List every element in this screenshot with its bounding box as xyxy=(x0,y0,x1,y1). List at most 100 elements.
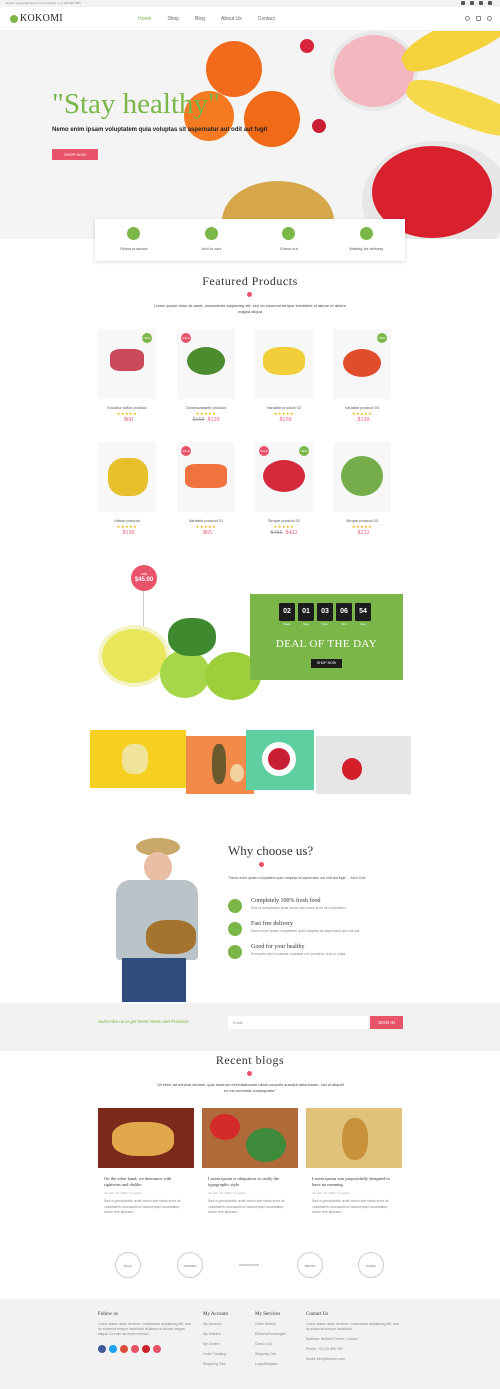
leaf-icon xyxy=(10,14,18,23)
countdown-mins: 06 xyxy=(336,603,352,621)
rating-stars: ★★★★★ xyxy=(195,524,217,529)
blog-image[interactable] xyxy=(98,1108,194,1168)
product-name[interactable]: Excuitur sllitur product xyxy=(98,405,156,410)
instagram-icon[interactable] xyxy=(131,1345,139,1353)
sign-in-button[interactable]: SIGN IN xyxy=(370,1016,403,1029)
product-card[interactable]: Simple product 03 ★★★★★ $232 xyxy=(333,442,391,536)
footer-link[interactable]: Order History xyxy=(255,1322,300,1327)
footer-link[interactable]: Shopping Cart xyxy=(203,1362,248,1367)
why-item-title: Fast free delivery xyxy=(251,921,293,927)
salmon-image xyxy=(185,464,227,488)
facebook-icon[interactable] xyxy=(98,1345,106,1353)
product-name[interactable]: Simple product 03 xyxy=(333,518,391,523)
product-card[interactable]: Virtual product ★★★★★ $150 xyxy=(98,442,156,536)
footer-heading: My Services xyxy=(255,1312,281,1317)
google-plus-icon[interactable] xyxy=(120,1345,128,1353)
header: KOKOMI Home Shop Blog About Us Contact xyxy=(0,7,500,31)
product-card[interactable]: SALE NEW Simple product 02 ★★★★★ $455 $42… xyxy=(255,442,313,536)
deal-shop-button[interactable]: SHOP NOW xyxy=(311,659,342,668)
blog-image[interactable] xyxy=(306,1108,402,1168)
footer-link[interactable]: My Account xyxy=(203,1322,248,1327)
search-icon[interactable] xyxy=(465,16,470,21)
shop-now-button[interactable]: SHOP NOW xyxy=(52,149,98,160)
footer-link[interactable]: My Orders xyxy=(203,1342,248,1347)
footer-link[interactable]: Login/Register xyxy=(255,1362,300,1367)
gallery-banana[interactable] xyxy=(90,730,186,788)
product-name[interactable]: Virtual product xyxy=(98,518,156,523)
cart-icon[interactable] xyxy=(476,16,481,21)
new-badge: NEW xyxy=(377,333,387,343)
basket-icon xyxy=(127,227,141,240)
hero-subtitle: Nemo enim ipsam voluptatem quia voluptas… xyxy=(52,127,268,133)
product-image[interactable]: SALE NEW xyxy=(255,442,313,512)
blog-meta: January 25, 2018 / by admin xyxy=(208,1191,246,1195)
product-name[interactable]: Simple product 02 xyxy=(255,518,313,523)
brand-logo[interactable]: WOODSTOCK xyxy=(236,1252,262,1278)
nav-shop[interactable]: Shop xyxy=(167,16,179,22)
footer-link[interactable]: Returns/Exchanges xyxy=(255,1332,300,1337)
product-card[interactable]: NEW Variable product 04 ★★★★★ $130 xyxy=(333,329,391,423)
logo-text: KOKOMI xyxy=(20,13,63,24)
banana-image xyxy=(122,744,148,774)
product-image[interactable] xyxy=(255,329,313,399)
facebook-icon[interactable] xyxy=(461,1,465,5)
blog-card[interactable]: Lorem ipsum is ubiquitous to really the … xyxy=(202,1108,298,1216)
gallery-strawberry[interactable] xyxy=(316,736,411,794)
nav-blog[interactable]: Blog xyxy=(195,16,205,22)
google-plus-icon[interactable] xyxy=(479,1,483,5)
product-name[interactable]: Variable product 04 xyxy=(333,405,391,410)
nav-about[interactable]: About Us xyxy=(221,16,242,22)
logo[interactable]: KOKOMI xyxy=(10,13,63,24)
step-label: Waiting for delivery xyxy=(349,246,384,251)
product-card[interactable]: SALE Variable product 01 ★★★★★ $65 xyxy=(177,442,235,536)
product-image[interactable]: SALE xyxy=(177,329,235,399)
footer-link[interactable]: Shipping Cart xyxy=(255,1352,300,1357)
blog-card[interactable]: Lorem ipsum was purposefully designed to… xyxy=(306,1108,402,1216)
featured-title: Featured Products xyxy=(202,274,298,288)
mint-image xyxy=(168,618,216,656)
meat-image xyxy=(110,349,144,371)
twitter-icon[interactable] xyxy=(470,1,474,5)
product-card[interactable]: Variable product 02 ★★★★★ $150 xyxy=(255,329,313,423)
product-image[interactable] xyxy=(333,442,391,512)
user-icon[interactable] xyxy=(487,16,492,21)
product-image[interactable] xyxy=(98,442,156,512)
gallery-raspberries[interactable] xyxy=(246,730,314,790)
product-card[interactable]: NEW Excuitur sllitur product ★★★★★ $60 xyxy=(98,329,156,423)
footer-link[interactable]: Order Tracking xyxy=(203,1352,248,1357)
product-image[interactable]: SALE xyxy=(177,442,235,512)
product-card[interactable]: SALE Downloadable product ★★★★★ $150 $120 xyxy=(177,329,235,423)
blog-image[interactable] xyxy=(202,1108,298,1168)
potato-image xyxy=(342,1118,368,1160)
product-name[interactable]: Downloadable product xyxy=(177,405,235,410)
blog-title[interactable]: On the other hand, we denounce with righ… xyxy=(104,1176,188,1188)
contact-email[interactable]: Email: info@kokomi.com xyxy=(306,1357,402,1362)
gallery-pineapple[interactable] xyxy=(186,736,254,794)
blog-title[interactable]: Lorem ipsum is ubiquitous to really the … xyxy=(208,1176,292,1188)
raspberry-image xyxy=(268,748,290,770)
email-field[interactable]: Email xyxy=(228,1016,368,1029)
blog-meta: January 25, 2018 / by admin xyxy=(312,1191,350,1195)
blog-card[interactable]: On the other hand, we denounce with righ… xyxy=(98,1108,194,1216)
product-name[interactable]: Variable product 02 xyxy=(255,405,313,410)
nav-contact[interactable]: Contact xyxy=(258,16,275,22)
dribbble-icon[interactable] xyxy=(153,1345,161,1353)
pinterest-icon[interactable] xyxy=(142,1345,150,1353)
nav-home[interactable]: Home xyxy=(138,16,151,22)
brand-logo[interactable]: WINES xyxy=(358,1252,384,1278)
deal-title: DEAL OF THE DAY xyxy=(275,638,378,650)
product-image[interactable]: NEW xyxy=(98,329,156,399)
brand-logo[interactable]: Brand xyxy=(115,1252,141,1278)
countdown-weeks: 02 xyxy=(279,603,295,621)
footer-link[interactable]: Check Out xyxy=(255,1342,300,1347)
twitter-icon[interactable] xyxy=(109,1345,117,1353)
new-badge: NEW xyxy=(142,333,152,343)
instagram-icon[interactable] xyxy=(488,1,492,5)
strawberry-image xyxy=(342,758,362,780)
product-image[interactable]: NEW xyxy=(333,329,391,399)
product-name[interactable]: Variable product 01 xyxy=(177,518,235,523)
blog-title[interactable]: Lorem ipsum was purposefully designed to… xyxy=(312,1176,396,1188)
footer-link[interactable]: My Wishlist xyxy=(203,1332,248,1337)
brand-logo[interactable]: SWEDEN xyxy=(177,1252,203,1278)
brand-logo[interactable]: BRAND xyxy=(297,1252,323,1278)
